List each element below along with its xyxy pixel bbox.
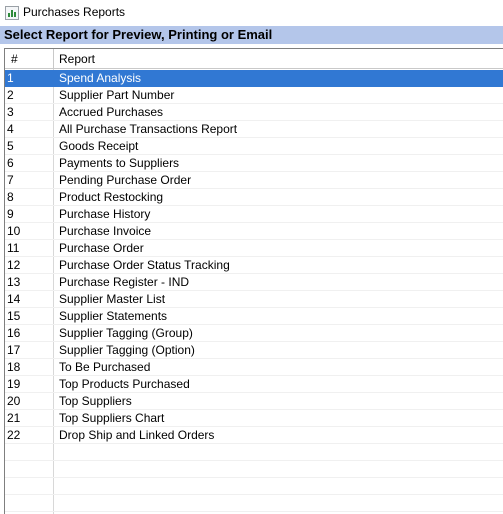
report-name: Purchase Order Status Tracking	[59, 258, 230, 272]
report-name: Purchase Register - IND	[59, 275, 190, 289]
table-row[interactable]: 10 Purchase Invoice	[5, 223, 503, 240]
table-row[interactable]: 22 Drop Ship and Linked Orders	[5, 427, 503, 444]
table-row[interactable]: 9 Purchase History	[5, 206, 503, 223]
row-number: 11	[7, 241, 20, 255]
table-row[interactable]: 18 To Be Purchased	[5, 359, 503, 376]
row-number: 14	[7, 292, 21, 306]
instruction-text: Select Report for Preview, Printing or E…	[4, 27, 273, 42]
row-number: 16	[7, 326, 21, 340]
report-name: Supplier Tagging (Option)	[59, 343, 195, 357]
table-row[interactable]: 6 Payments to Suppliers	[5, 155, 503, 172]
row-number: 21	[7, 411, 21, 425]
report-name: Supplier Statements	[59, 309, 168, 323]
row-number: 19	[7, 377, 21, 391]
report-name: Top Suppliers	[59, 394, 132, 408]
table-row[interactable]: 4 All Purchase Transactions Report	[5, 121, 503, 138]
row-number: 4	[7, 122, 14, 136]
report-name: Pending Purchase Order	[59, 173, 192, 187]
report-name: Drop Ship and Linked Orders	[59, 428, 215, 442]
chart-app-icon	[5, 6, 19, 20]
table-row[interactable]: 5 Goods Receipt	[5, 138, 503, 155]
report-name: To Be Purchased	[59, 360, 151, 374]
table-row[interactable]: 17 Supplier Tagging (Option)	[5, 342, 503, 359]
row-number: 13	[7, 275, 21, 289]
empty-row	[5, 444, 503, 461]
row-number: 2	[7, 88, 14, 102]
table-row[interactable]: 14 Supplier Master List	[5, 291, 503, 308]
row-number: 9	[7, 207, 14, 221]
row-number: 7	[7, 173, 14, 187]
table-row[interactable]: 12 Purchase Order Status Tracking	[5, 257, 503, 274]
table-row[interactable]: 15 Supplier Statements	[5, 308, 503, 325]
table-row[interactable]: 2 Supplier Part Number	[5, 87, 503, 104]
empty-row	[5, 461, 503, 478]
instruction-banner: Select Report for Preview, Printing or E…	[0, 26, 503, 44]
row-number: 10	[7, 224, 21, 238]
report-name: Supplier Master List	[59, 292, 166, 306]
report-name: Accrued Purchases	[59, 105, 164, 119]
table-row[interactable]: 1 Spend Analysis	[5, 70, 503, 87]
row-number: 8	[7, 190, 14, 204]
table-row[interactable]: 3 Accrued Purchases	[5, 104, 503, 121]
row-number: 20	[7, 394, 21, 408]
report-rows: 1 Spend Analysis 2 Supplier Part Number 3 Acc…	[5, 70, 503, 512]
table-row[interactable]: 7 Pending Purchase Order	[5, 172, 503, 189]
table-row[interactable]: 20 Top Suppliers	[5, 393, 503, 410]
table-row[interactable]: 21 Top Suppliers Chart	[5, 410, 503, 427]
report-name: Supplier Part Number	[59, 88, 175, 102]
report-name: Spend Analysis	[59, 71, 142, 85]
row-number: 12	[7, 258, 21, 272]
table-row[interactable]: 8 Product Restocking	[5, 189, 503, 206]
table-row[interactable]: 11 Purchase Order	[5, 240, 503, 257]
table-row[interactable]: 13 Purchase Register - IND	[5, 274, 503, 291]
report-name: Product Restocking	[59, 190, 164, 204]
report-name: Top Suppliers Chart	[59, 411, 165, 425]
report-name: Payments to Suppliers	[59, 156, 180, 170]
title-bar: Purchases Reports	[0, 0, 503, 26]
column-header-report[interactable]: Report	[59, 52, 95, 66]
empty-row	[5, 478, 503, 495]
report-name: Top Products Purchased	[59, 377, 190, 391]
empty-row	[5, 495, 503, 512]
row-number: 6	[7, 156, 14, 170]
header-divider	[53, 49, 54, 68]
report-list-grid[interactable]: # Report 1 Spend Analysis 2 Supplier Part N…	[4, 48, 503, 514]
report-name: Purchase Invoice	[59, 224, 152, 238]
report-name: Purchase History	[59, 207, 151, 221]
row-number: 17	[7, 343, 21, 357]
row-number: 18	[7, 360, 21, 374]
table-row[interactable]: 16 Supplier Tagging (Group)	[5, 325, 503, 342]
report-name: All Purchase Transactions Report	[59, 122, 238, 136]
report-name: Supplier Tagging (Group)	[59, 326, 193, 340]
row-number: 1	[7, 71, 14, 85]
row-number: 15	[7, 309, 21, 323]
table-row[interactable]: 19 Top Products Purchased	[5, 376, 503, 393]
row-number: 3	[7, 105, 14, 119]
column-header-number[interactable]: #	[11, 52, 18, 66]
grid-header-row: # Report	[5, 49, 503, 69]
row-number: 5	[7, 139, 14, 153]
row-number: 22	[7, 428, 21, 442]
window-title: Purchases Reports	[23, 5, 126, 19]
report-name: Purchase Order	[59, 241, 144, 255]
report-name: Goods Receipt	[59, 139, 139, 153]
